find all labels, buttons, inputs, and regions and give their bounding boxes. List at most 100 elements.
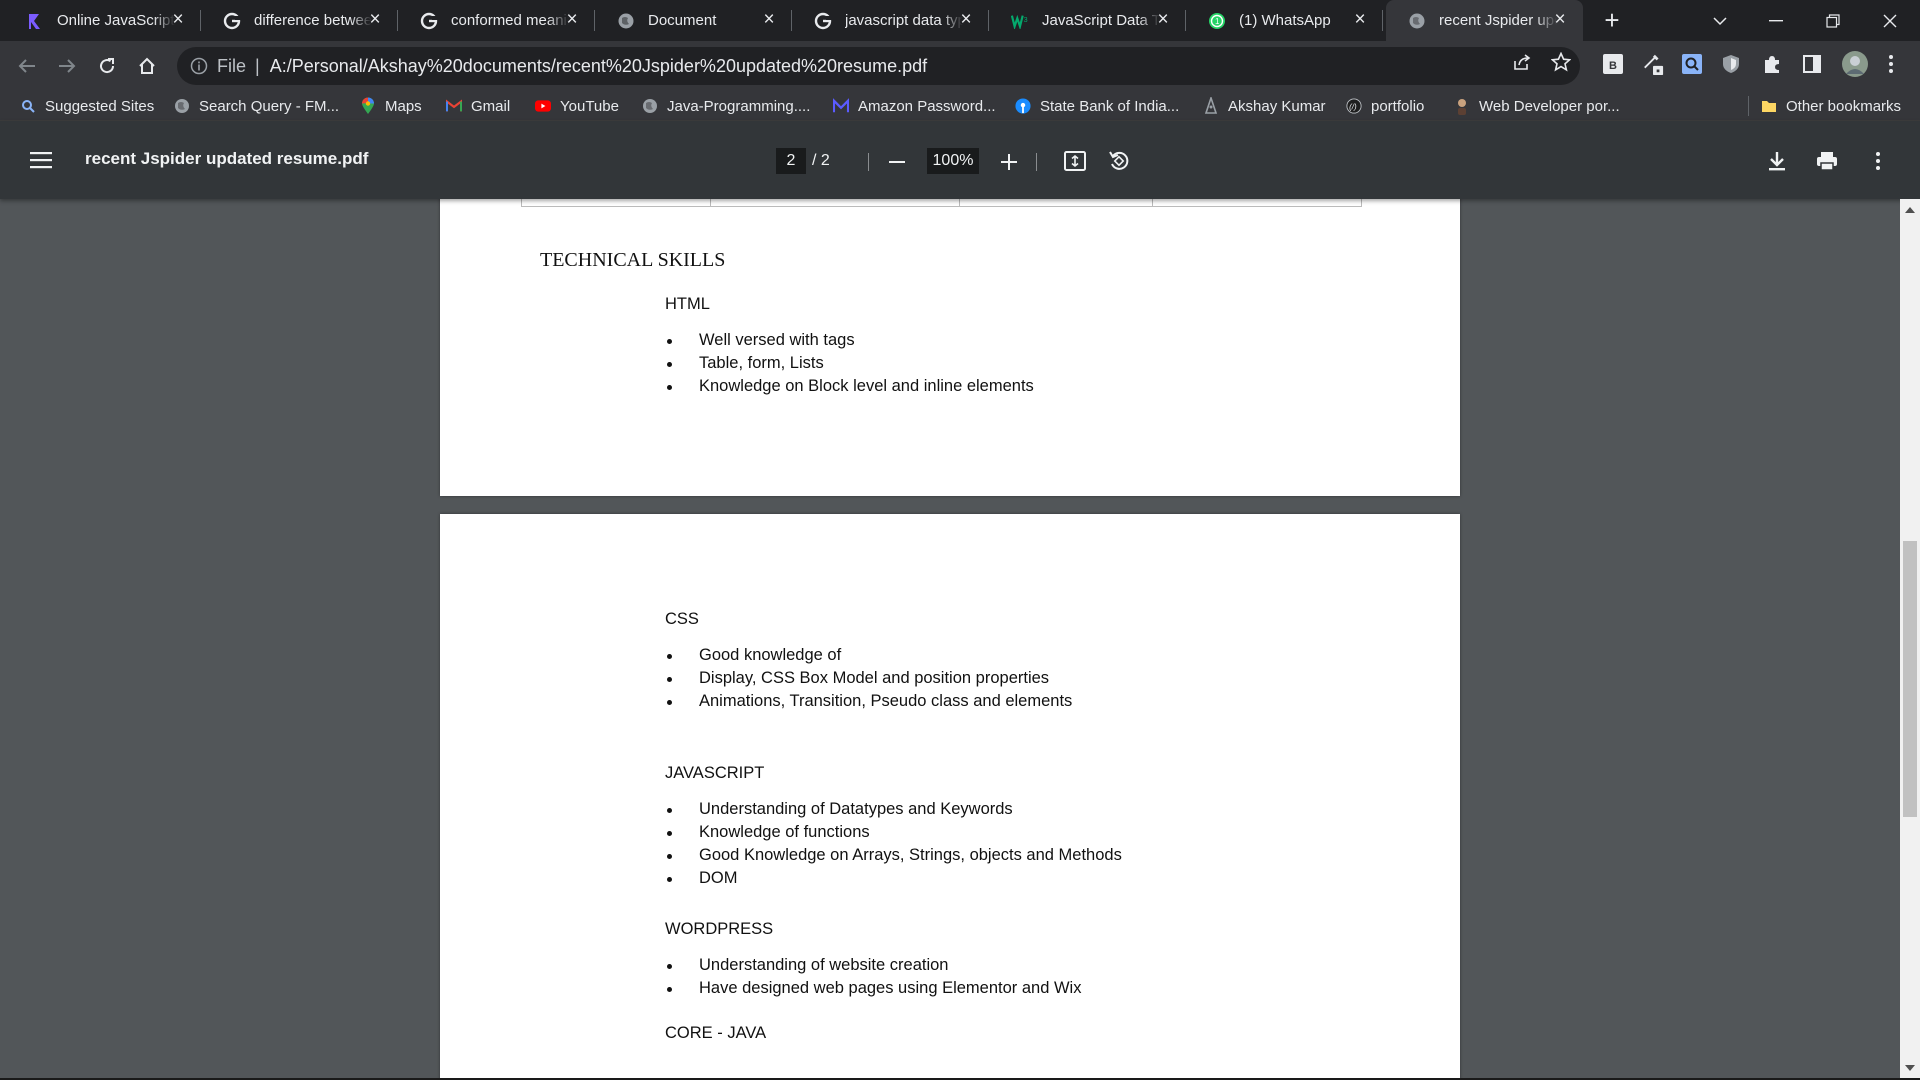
star-bookmark-icon[interactable] bbox=[1550, 51, 1572, 73]
minimize-button[interactable] bbox=[1748, 0, 1804, 41]
info-icon[interactable] bbox=[189, 56, 209, 76]
kebab-menu-icon[interactable] bbox=[1880, 53, 1902, 75]
address-bar[interactable]: File | A:/Personal/Akshay%20documents/re… bbox=[177, 47, 1580, 85]
profile-avatar[interactable] bbox=[1841, 50, 1869, 78]
close-window-button[interactable] bbox=[1862, 0, 1918, 41]
puzzle-extensions-icon[interactable] bbox=[1761, 53, 1783, 75]
close-icon[interactable]: × bbox=[169, 10, 187, 29]
tab-search-button[interactable] bbox=[1692, 0, 1748, 41]
bookmark-java-programming[interactable]: Java-Programming.... bbox=[642, 94, 810, 118]
bookmarks-divider bbox=[1748, 96, 1749, 116]
new-tab-button[interactable]: + bbox=[1598, 6, 1626, 34]
tab-conformed-meaning[interactable]: conformed meaning × bbox=[398, 0, 595, 41]
kebab-menu-icon bbox=[1876, 152, 1880, 170]
vertical-scrollbar[interactable] bbox=[1900, 199, 1920, 1078]
list-item: Have designed web pages using Elementor … bbox=[665, 977, 1081, 1000]
rotate-button[interactable] bbox=[1107, 149, 1131, 173]
bookmark-suggested-sites[interactable]: Suggested Sites bbox=[20, 94, 154, 118]
tab-whatsapp[interactable]: 1 (1) WhatsApp × bbox=[1186, 0, 1383, 41]
list-item: Good knowledge of bbox=[665, 644, 1072, 667]
tab-title: JavaScript Data Types bbox=[1042, 12, 1160, 29]
forward-button[interactable] bbox=[50, 49, 84, 83]
scroll-up-arrow-icon[interactable] bbox=[1905, 207, 1915, 213]
tab-recent-resume-pdf[interactable]: recent Jspider updated resume.pdf × bbox=[1386, 0, 1583, 41]
close-icon[interactable]: × bbox=[563, 10, 581, 29]
tab-document[interactable]: Document × bbox=[595, 0, 792, 41]
bookmark-gmail[interactable]: Gmail bbox=[446, 94, 510, 118]
extension-b-icon[interactable]: B bbox=[1602, 53, 1624, 75]
bookmark-label: Gmail bbox=[471, 97, 511, 115]
bookmark-maps[interactable]: Maps bbox=[360, 94, 422, 118]
globe-icon bbox=[642, 98, 658, 114]
tab-w3schools-data-types[interactable]: 3 JavaScript Data Types × bbox=[989, 0, 1186, 41]
tab-difference-between[interactable]: difference between × bbox=[201, 0, 398, 41]
w3schools-icon: 3 bbox=[1011, 12, 1029, 30]
browser-toolbar: File | A:/Personal/Akshay%20documents/re… bbox=[0, 41, 1920, 91]
side-panel-icon[interactable] bbox=[1801, 53, 1823, 75]
reload-button[interactable] bbox=[90, 49, 124, 83]
bookmark-search-query[interactable]: Search Query - FM... bbox=[174, 94, 339, 118]
person-icon bbox=[1203, 97, 1219, 114]
download-button[interactable] bbox=[1765, 149, 1789, 173]
tab-javascript-data-types[interactable]: javascript data types × bbox=[792, 0, 989, 41]
tab-title: difference between bbox=[254, 12, 372, 29]
other-bookmarks-folder[interactable]: Other bookmarks bbox=[1761, 94, 1901, 118]
youtube-icon bbox=[535, 98, 551, 114]
zoom-out-button[interactable] bbox=[886, 151, 908, 173]
close-icon[interactable]: × bbox=[1551, 10, 1569, 29]
scroll-down-arrow-icon[interactable] bbox=[1905, 1065, 1915, 1071]
svg-text:1: 1 bbox=[1215, 17, 1220, 26]
avatar-icon bbox=[1454, 98, 1470, 115]
back-button[interactable] bbox=[10, 49, 44, 83]
skill-heading-css: CSS bbox=[665, 610, 699, 628]
globe-icon bbox=[174, 98, 190, 114]
share-icon[interactable] bbox=[1511, 51, 1533, 73]
shield-icon[interactable] bbox=[1720, 53, 1742, 75]
fit-page-button[interactable] bbox=[1063, 149, 1087, 173]
globe-icon bbox=[617, 12, 635, 30]
bookmark-portfolio[interactable]: (/) portfolio bbox=[1346, 94, 1424, 118]
page-number-input[interactable]: 2 bbox=[776, 148, 806, 174]
whatsapp-icon: 1 bbox=[1208, 12, 1226, 30]
bookmark-web-developer[interactable]: Web Developer por... bbox=[1454, 94, 1620, 118]
bookmark-youtube[interactable]: YouTube bbox=[535, 94, 619, 118]
list-item: Table, form, Lists bbox=[665, 352, 1034, 375]
bookmark-state-bank-of-india[interactable]: State Bank of India... bbox=[1015, 94, 1179, 118]
bookmark-label: Other bookmarks bbox=[1786, 97, 1902, 115]
restore-button[interactable] bbox=[1805, 0, 1861, 41]
zoom-in-button[interactable] bbox=[998, 151, 1020, 173]
url-text[interactable]: A:/Personal/Akshay%20documents/recent%20… bbox=[270, 56, 927, 77]
skill-heading-core-java: CORE - JAVA bbox=[665, 1024, 767, 1042]
tab-title: Online JavaScript bbox=[57, 12, 175, 29]
tab-title: (1) WhatsApp bbox=[1239, 12, 1331, 29]
list-item: Good Knowledge on Arrays, Strings, objec… bbox=[665, 844, 1122, 867]
home-button[interactable] bbox=[130, 49, 164, 83]
bookmark-akshay-kumar[interactable]: Akshay Kumar bbox=[1203, 94, 1326, 118]
url-divider: | bbox=[255, 55, 260, 76]
minimize-icon bbox=[1769, 19, 1783, 21]
pdf-page-1: TECHNICAL SKILLS HTML Well versed with t… bbox=[440, 199, 1460, 496]
bookmark-amazon-password[interactable]: Amazon Password... bbox=[833, 94, 996, 118]
skill-heading-wordpress: WORDPRESS bbox=[665, 920, 774, 938]
close-icon[interactable]: × bbox=[1154, 10, 1172, 29]
m-icon bbox=[833, 98, 849, 114]
more-options-button[interactable] bbox=[1866, 149, 1890, 173]
search-extension-icon[interactable] bbox=[1681, 53, 1703, 75]
pdf-viewport[interactable]: TECHNICAL SKILLS HTML Well versed with t… bbox=[0, 199, 1920, 1078]
close-icon[interactable]: × bbox=[366, 10, 384, 29]
bookmark-label: YouTube bbox=[560, 97, 619, 115]
close-icon[interactable]: × bbox=[957, 10, 975, 29]
bookmark-label: Web Developer por... bbox=[1479, 97, 1620, 115]
close-icon[interactable]: × bbox=[1351, 10, 1369, 29]
bookmark-label: portfolio bbox=[1371, 97, 1425, 115]
zoom-input[interactable]: 100% bbox=[927, 148, 979, 174]
close-icon[interactable]: × bbox=[760, 10, 778, 29]
eyedropper-extension-icon[interactable] bbox=[1642, 53, 1664, 75]
print-button[interactable] bbox=[1815, 149, 1839, 173]
scrollbar-thumb[interactable] bbox=[1903, 541, 1917, 817]
bookmark-label: Akshay Kumar bbox=[1228, 97, 1326, 115]
maps-pin-icon bbox=[360, 97, 376, 114]
menu-icon[interactable] bbox=[29, 149, 53, 171]
svg-text:B: B bbox=[1609, 60, 1617, 72]
tab-online-javascript[interactable]: Online JavaScript × bbox=[4, 0, 201, 41]
